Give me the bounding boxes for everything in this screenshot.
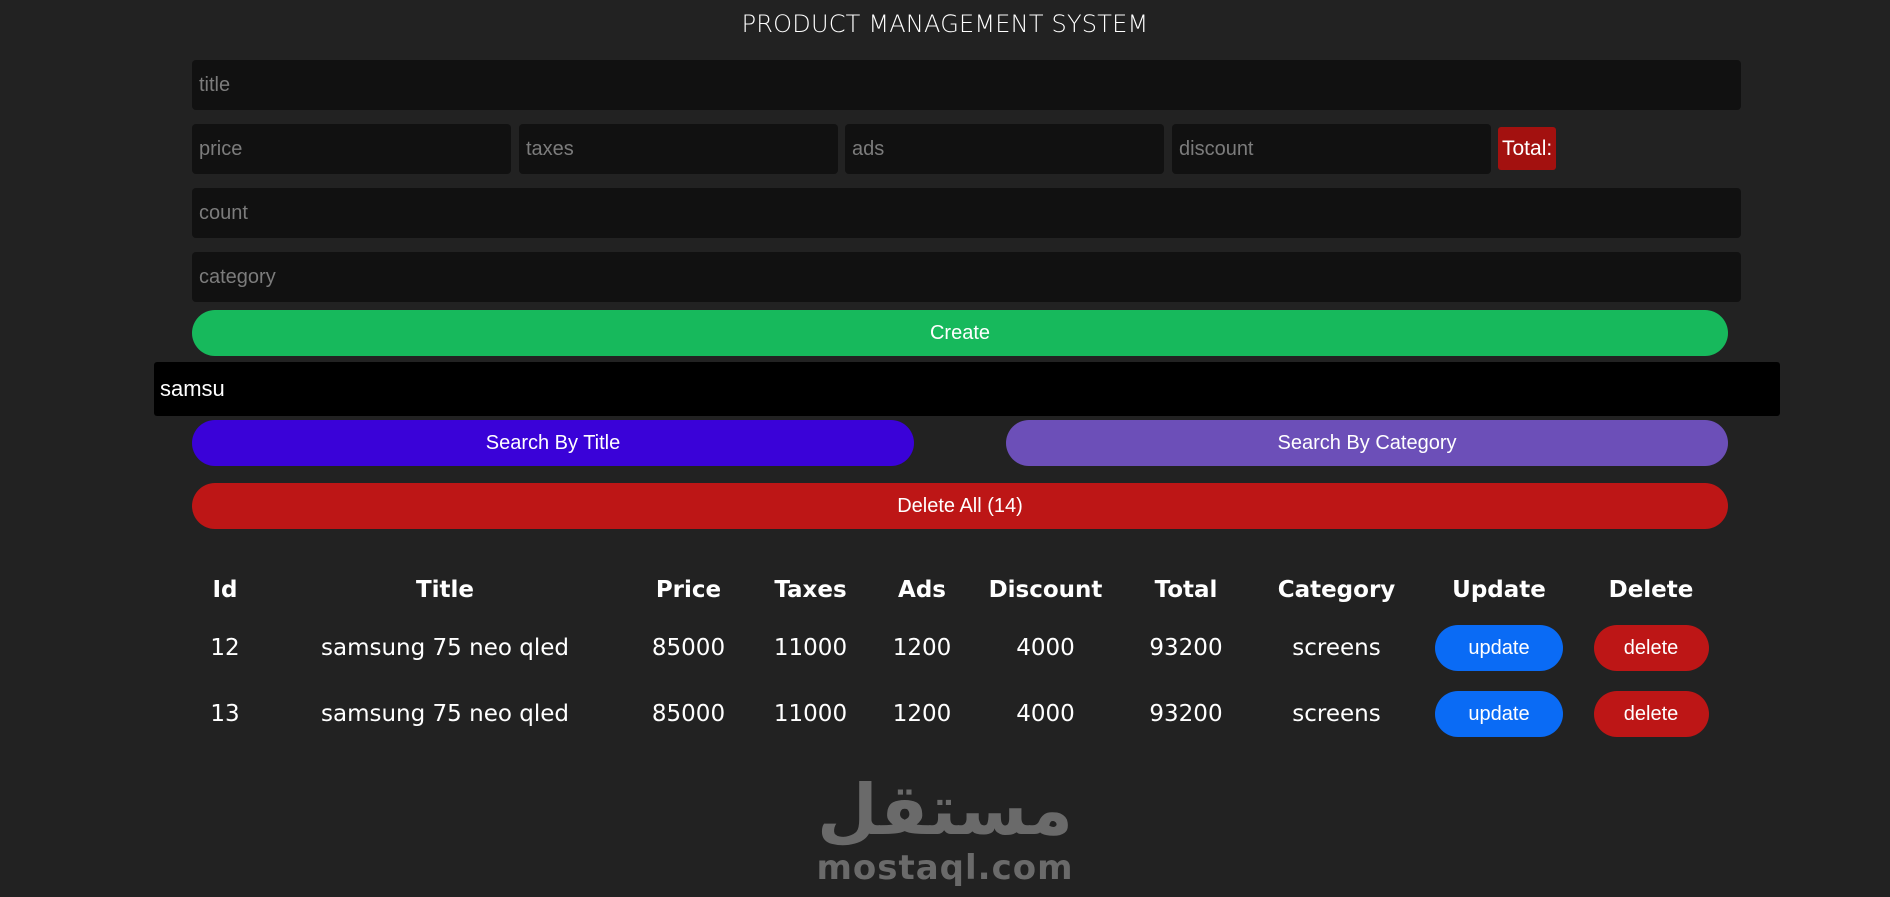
update-button[interactable]: update bbox=[1435, 625, 1563, 671]
count-input[interactable] bbox=[192, 188, 1741, 238]
cell-update: update bbox=[1424, 615, 1574, 681]
search-by-category-button[interactable]: Search By Category bbox=[1006, 420, 1728, 466]
header-discount: Discount bbox=[988, 577, 1103, 603]
watermark-arabic-text: مستقل bbox=[816, 769, 1073, 851]
cell-ads: 1200 bbox=[892, 701, 952, 727]
cell-title: samsung 75 neo qled bbox=[321, 701, 569, 727]
cell-update: update bbox=[1424, 681, 1574, 747]
cell-title: samsung 75 neo qled bbox=[321, 635, 569, 661]
watermark-latin-text: mostaql.com bbox=[816, 848, 1074, 888]
table-header-row: Id Title Price Taxes Ads Discount Total … bbox=[192, 565, 1728, 615]
cell-total: 93200 bbox=[1149, 701, 1223, 727]
watermark-logo: مستقل mostaql.com bbox=[0, 770, 1890, 886]
app: PRODUCT MANAGEMENT SYSTEM Total: Create … bbox=[0, 0, 1890, 897]
cell-category: screens bbox=[1292, 635, 1381, 661]
cell-taxes: 11000 bbox=[773, 635, 848, 661]
update-button[interactable]: update bbox=[1435, 691, 1563, 737]
header-price: Price bbox=[655, 577, 722, 603]
ads-input[interactable] bbox=[845, 124, 1164, 174]
cell-discount: 4000 bbox=[1016, 701, 1075, 727]
cell-discount: 4000 bbox=[1016, 635, 1075, 661]
search-by-title-button[interactable]: Search By Title bbox=[192, 420, 914, 466]
cell-id: 13 bbox=[210, 701, 240, 727]
table-row: 13 samsung 75 neo qled 85000 11000 1200 … bbox=[192, 681, 1728, 747]
cell-delete: delete bbox=[1574, 681, 1728, 747]
cell-price: 85000 bbox=[651, 635, 726, 661]
header-title: Title bbox=[415, 577, 475, 603]
search-input[interactable] bbox=[154, 362, 1780, 416]
title-input[interactable] bbox=[192, 60, 1741, 110]
header-id: Id bbox=[212, 577, 238, 603]
total-badge: Total: bbox=[1498, 127, 1557, 170]
delete-button[interactable]: delete bbox=[1593, 625, 1709, 671]
price-input[interactable] bbox=[192, 124, 511, 174]
delete-button[interactable]: delete bbox=[1593, 691, 1709, 737]
header-delete: Delete bbox=[1608, 577, 1694, 603]
discount-input[interactable] bbox=[1172, 124, 1491, 174]
header-update: Update bbox=[1452, 577, 1546, 603]
cell-total: 93200 bbox=[1149, 635, 1223, 661]
delete-all-button[interactable]: Delete All (14) bbox=[192, 483, 1728, 529]
header-total: Total bbox=[1154, 577, 1218, 603]
table-row: 12 samsung 75 neo qled 85000 11000 1200 … bbox=[192, 615, 1728, 681]
header-taxes: Taxes bbox=[774, 577, 847, 603]
taxes-input[interactable] bbox=[519, 124, 838, 174]
cell-delete: delete bbox=[1574, 615, 1728, 681]
category-input[interactable] bbox=[192, 252, 1741, 302]
cell-category: screens bbox=[1292, 701, 1381, 727]
cell-id: 12 bbox=[210, 635, 240, 661]
cell-ads: 1200 bbox=[892, 635, 952, 661]
page-title: PRODUCT MANAGEMENT SYSTEM bbox=[741, 10, 1149, 38]
cell-price: 85000 bbox=[651, 701, 726, 727]
products-table: Id Title Price Taxes Ads Discount Total … bbox=[192, 565, 1728, 747]
header-category: Category bbox=[1277, 577, 1396, 603]
header-ads: Ads bbox=[898, 577, 946, 603]
create-button[interactable]: Create bbox=[192, 310, 1728, 356]
cell-taxes: 11000 bbox=[773, 701, 848, 727]
